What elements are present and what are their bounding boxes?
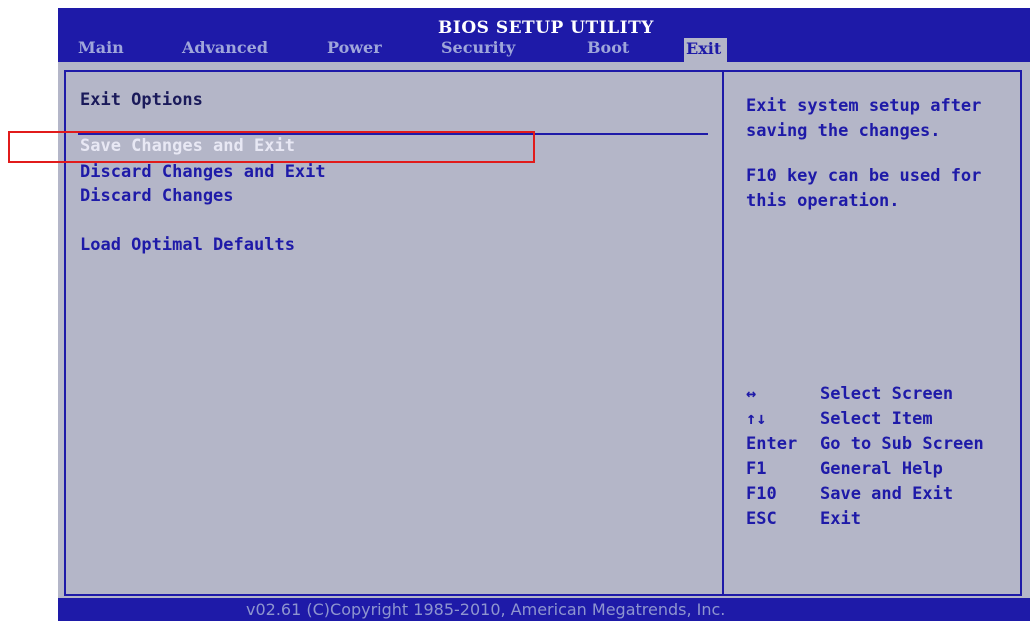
key-row-f1: F1 General Help [746, 457, 984, 482]
up-down-arrow-icon: ↑↓ [746, 409, 767, 429]
key-legend: ↔ Select Screen ↑↓ Select Item Enter Go … [746, 382, 984, 532]
menu-item-discard-changes[interactable]: Discard Changes [80, 186, 234, 206]
key-name: Enter [746, 434, 798, 454]
help-panel: Exit system setup after saving the chang… [746, 94, 1016, 234]
bios-screen: BIOS SETUP UTILITY Main Advanced Power S… [58, 8, 1030, 621]
title-bar: BIOS SETUP UTILITY Main Advanced Power S… [58, 8, 1030, 62]
key-action: Select Item [820, 409, 933, 429]
key-row-esc: ESC Exit [746, 507, 984, 532]
tab-power[interactable]: Power [327, 38, 382, 57]
key-action: Save and Exit [820, 484, 954, 504]
menu-item-load-optimal-defaults[interactable]: Load Optimal Defaults [80, 235, 295, 255]
copyright-text: v02.61 (C)Copyright 1985-2010, American … [246, 600, 726, 619]
tab-security[interactable]: Security [441, 38, 515, 57]
key-action: Go to Sub Screen [820, 434, 984, 454]
left-right-arrow-icon: ↔ [746, 384, 757, 404]
help-text-2: F10 key can be used for this operation. [746, 166, 982, 211]
highlight-box [8, 131, 535, 163]
footer-bar: v02.61 (C)Copyright 1985-2010, American … [58, 598, 1030, 621]
key-name: F10 [746, 484, 777, 504]
tab-boot[interactable]: Boot [587, 38, 629, 57]
key-row-f10: F10 Save and Exit [746, 482, 984, 507]
tab-advanced[interactable]: Advanced [182, 38, 268, 57]
panel-divider [722, 70, 724, 596]
menu-item-discard-changes-and-exit[interactable]: Discard Changes and Exit [80, 162, 326, 182]
key-row-select-item: ↑↓ Select Item [746, 407, 984, 432]
section-title: Exit Options [80, 90, 203, 110]
help-text-1: Exit system setup after saving the chang… [746, 96, 982, 141]
key-row-enter: Enter Go to Sub Screen [746, 432, 984, 457]
key-name: ESC [746, 509, 777, 529]
app-title: BIOS SETUP UTILITY [438, 18, 654, 38]
tab-main[interactable]: Main [78, 38, 124, 57]
key-row-select-screen: ↔ Select Screen [746, 382, 984, 407]
key-name: F1 [746, 459, 767, 479]
tab-exit[interactable]: Exit [684, 38, 728, 62]
key-action: Select Screen [820, 384, 954, 404]
key-action: Exit [820, 509, 861, 529]
key-action: General Help [820, 459, 943, 479]
